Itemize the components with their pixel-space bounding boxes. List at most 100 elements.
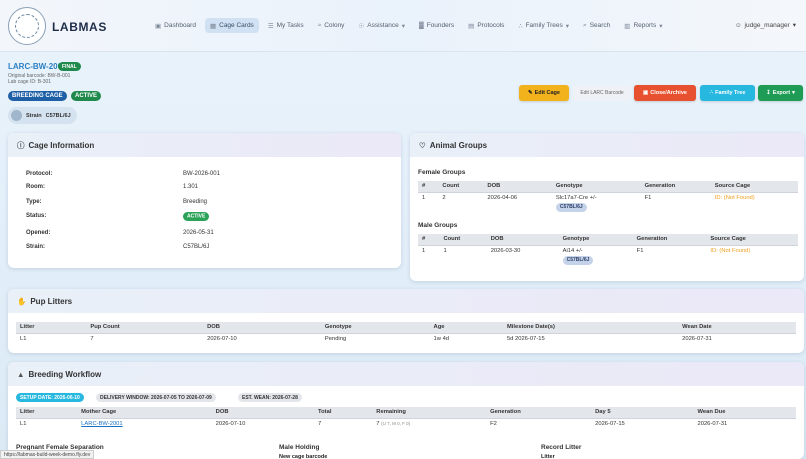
chevron-down-icon: ▾ (565, 22, 570, 30)
nav-item-protocols[interactable]: ▤ Protocols (463, 18, 509, 33)
remaining-note: (U 7, M 0, F 0) (381, 420, 411, 426)
workflow-col-header: Day 5 (591, 407, 694, 419)
strain-pill: Strain C57BL/6J (8, 107, 77, 124)
export-button[interactable]: ↧ Export ▾ (758, 85, 803, 101)
bulb-icon: ☉ (358, 22, 365, 30)
list-icon: ☰ (267, 22, 274, 30)
brand-name[interactable]: LABMAS (52, 20, 107, 34)
pup-col-header: Litter (16, 322, 87, 334)
tree-icon: ∴ (518, 22, 523, 30)
info-label: Protocol: (26, 171, 53, 177)
nav-item-reports[interactable]: ▥ Reports ▾ (619, 18, 667, 33)
nav-item-dashboard[interactable]: ▣ Dashboard (150, 18, 201, 33)
male-groups-title: Male Groups (418, 222, 458, 229)
female-source-cage[interactable]: ID: (Not Found) (711, 192, 798, 214)
nav-item-my-tasks[interactable]: ☰ My Tasks (263, 18, 309, 33)
female-groups-table: # Count DOB Genotype Generation Source Cage 1… (418, 181, 798, 214)
search-icon: ⌕ (583, 21, 587, 29)
workflow-section-title: Record Litter (541, 444, 582, 451)
setup-date-pill: SETUP DATE: 2026-06-10 (16, 393, 84, 402)
family-tree-label: Family Tree (715, 90, 746, 96)
nav-item-search[interactable]: ⌕ Search (578, 18, 615, 33)
clipboard-icon: ▤ (468, 22, 475, 30)
strain-icon (11, 110, 22, 121)
family-tree-button[interactable]: ∴ Family Tree (700, 85, 755, 101)
status-bar-url: https://labmas-build-week-demo.fly.dev (0, 450, 95, 459)
strain-chip: C57BL/6J (555, 202, 587, 212)
litter-row: L1 7 2026-07-10 Pending 1w 4d 5d 2026-07-15 20… (16, 333, 796, 344)
breeding-workflow-header: ▲ Breeding Workflow (8, 362, 804, 386)
male-source-cage[interactable]: ID: (Not Found) (706, 245, 798, 267)
mother-cage-link[interactable]: LARC-BW-2001 (81, 421, 122, 427)
workflow-mother[interactable]: LARC-BW-2001 (77, 418, 211, 429)
user-icon: ☺ (734, 21, 742, 29)
est-wean-pill: EST. WEAN: 2026-07-28 (238, 393, 302, 402)
info-value: BW-2026-001 (183, 171, 220, 177)
workflow-col-header: Remaining (372, 407, 487, 419)
edit-cage-label: Edit Cage (534, 90, 560, 96)
pup-litters-table-wrap: Litter Pup Count DOB Genotype Age Milestone D… (16, 322, 796, 344)
pup-litters-header: ✋ Pup Litters (8, 289, 804, 313)
edit-cage-button[interactable]: ✎ Edit Cage (519, 85, 569, 101)
info-value: C57BL/6J (183, 244, 210, 250)
female-genotype: Slc17a7-Cre +/- C57BL/6J (552, 192, 641, 214)
close-archive-button[interactable]: ▣ Close/Archive (634, 85, 696, 101)
delivery-window-pill: DELIVERY WINDOW: 2026-07-05 TO 2026-07-0… (96, 393, 216, 402)
close-archive-label: Close/Archive (650, 90, 687, 96)
female-col-header: DOB (483, 181, 552, 193)
pup-col-header: Pup Count (86, 322, 204, 334)
workflow-table-wrap: Litter Mother Cage DOB Total Remaining Genera… (16, 407, 796, 429)
user-menu[interactable]: ☺ judge_manager ▾ (734, 21, 796, 30)
cage-info-card: ⓘ Cage Information Protocol: BW-2026-001 R… (8, 133, 401, 268)
chevron-down-icon: ▾ (401, 22, 405, 30)
litter-cell: 2026-07-10 (207, 335, 237, 342)
nav-item-cage-cards[interactable]: ▦ Cage Cards (204, 18, 259, 33)
male-dob: 2026-03-30 (490, 247, 521, 254)
litter-cell: 7 (90, 335, 94, 342)
report-icon: ▥ (624, 22, 631, 30)
male-group-row: 1 1 2026-03-30 Ai14 +/- C57BL/6J F1 ID: (Not F… (418, 245, 798, 267)
edit-barcode-button[interactable]: Edit LARC Barcode (573, 85, 631, 101)
export-label: Export (772, 90, 791, 96)
pup-col-header: Genotype (320, 322, 430, 334)
workflow-total: 7 (318, 420, 322, 427)
nav-item-label: Search (589, 22, 611, 29)
workflow-litter: L1 (20, 420, 27, 427)
chevron-down-icon: ▾ (792, 90, 795, 96)
nav-item-label: Assistance (367, 22, 399, 29)
nav-item-label: Founders (426, 22, 455, 29)
male-col-header: Genotype (558, 234, 633, 246)
workflow-col-header: DOB (211, 407, 315, 419)
nav-item-family-trees[interactable]: ∴ Family Trees ▾ (513, 18, 574, 33)
workflow-icon: ▲ (17, 369, 25, 379)
lab-seal-icon[interactable] (8, 7, 46, 45)
nav-item-label: Family Trees (525, 22, 563, 29)
info-label: Status: (26, 213, 47, 219)
workflow-section-sub: Litter (541, 454, 555, 459)
status-badge: ACTIVE (71, 91, 102, 101)
info-value: 2026-05-31 (183, 230, 214, 236)
female-col-header: # (418, 181, 439, 193)
dashboard-icon: ▣ (155, 22, 162, 30)
archive-icon: ▣ (643, 90, 649, 96)
nav-item-founders[interactable]: ▓ Founders (414, 18, 459, 33)
hand-icon: ✋ (17, 296, 27, 306)
pup-litters-title: Pup Litters (30, 296, 73, 306)
pencil-icon: ✎ (528, 90, 533, 96)
cage-info-title: Cage Information (28, 140, 95, 150)
status-pill: ACTIVE (183, 211, 210, 221)
chevron-down-icon: ▾ (792, 22, 796, 29)
workflow-wean: 2026-07-31 (697, 420, 728, 427)
workflow-remaining: 7 (U 7, M 0, F 0) (372, 418, 486, 429)
username: judge_manager (744, 21, 790, 29)
nav-item-colony[interactable]: ≈ Colony (313, 18, 350, 33)
nav-item-assistance[interactable]: ☉ Assistance ▾ (353, 18, 410, 33)
nav-item-label: My Tasks (276, 22, 304, 29)
genotype-text: Ai14 +/- (562, 247, 583, 254)
info-label: Opened: (26, 230, 51, 236)
genotype-text: Slc17a7-Cre +/- (555, 194, 597, 201)
strain-label: Strain (26, 112, 42, 119)
workflow-col-header: Mother Cage (77, 407, 212, 419)
top-navbar: LABMAS ▣ Dashboard ▦ Cage Cards ☰ My Tasks ≈ Co… (0, 0, 806, 52)
male-count: 1 (443, 247, 447, 254)
